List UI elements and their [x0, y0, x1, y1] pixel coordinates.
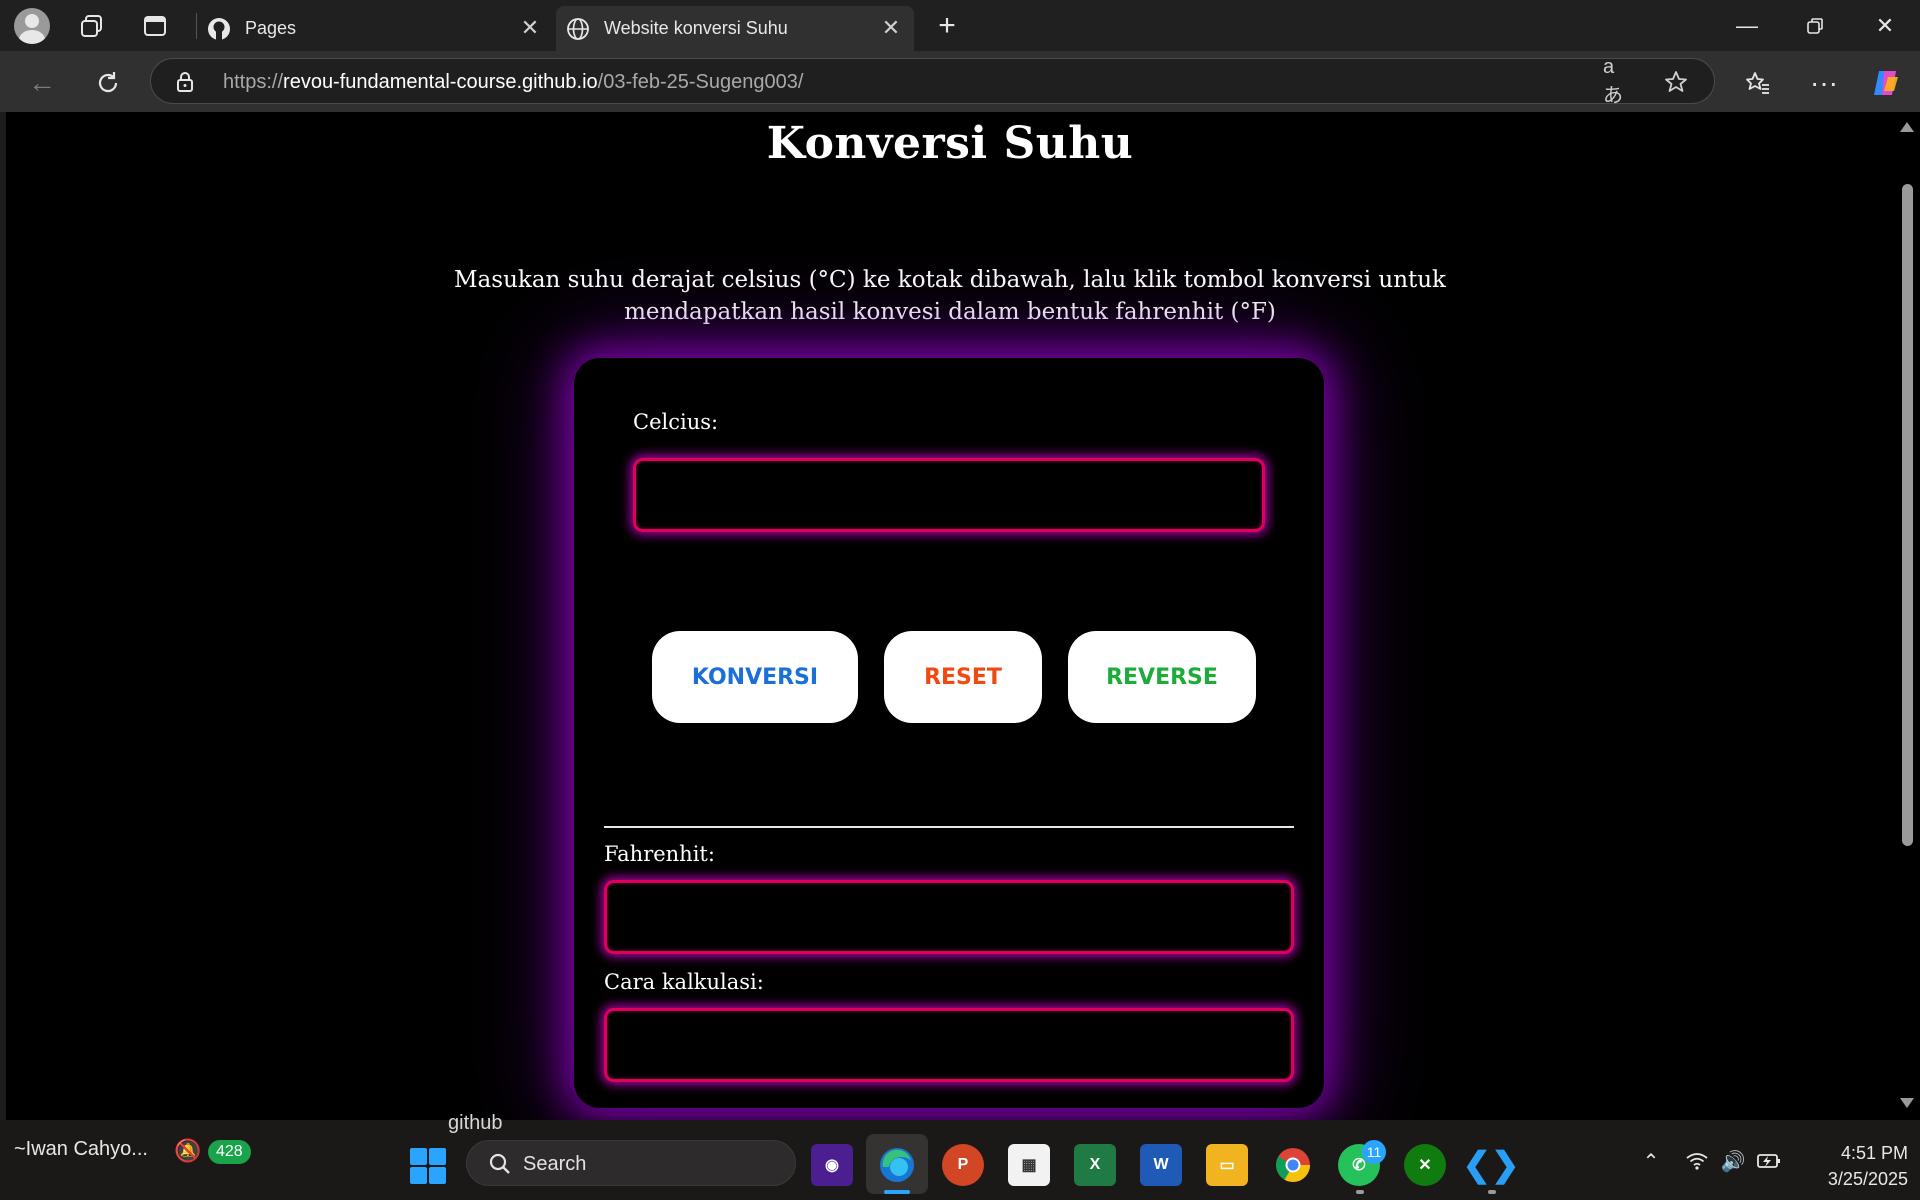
system-clock[interactable]: 4:51 PM 3/25/2025 — [1792, 1140, 1908, 1192]
whatsapp-badge: 11 — [1362, 1140, 1386, 1164]
cara-kalkulasi-output[interactable] — [604, 1008, 1294, 1082]
chevron-up-icon[interactable]: ⌃ — [1636, 1146, 1666, 1176]
fahrenhit-output[interactable] — [604, 880, 1294, 954]
read-aloud-translate-icon[interactable]: aあ — [1603, 56, 1633, 107]
reverse-button[interactable]: REVERSE — [1068, 631, 1256, 723]
search-icon — [487, 1151, 513, 1177]
converter-card: Celcius: KONVERSI RESET REVERSE Fahrenhi… — [574, 358, 1324, 1108]
notification-count-badge: 428 — [208, 1140, 251, 1164]
tab-website-konversi-suhu[interactable]: Website konversi Suhu ✕ — [556, 6, 914, 51]
file-explorer-icon[interactable]: ▭ — [1206, 1144, 1248, 1186]
close-window-icon[interactable]: ✕ — [1852, 0, 1918, 51]
volume-icon[interactable]: 🔊 — [1718, 1146, 1748, 1176]
cara-kalkulasi-label: Cara kalkulasi: — [604, 970, 764, 994]
celcius-label: Celcius: — [633, 410, 719, 434]
lock-icon[interactable] — [173, 70, 197, 94]
microsoft-store-icon[interactable]: ▦ — [1008, 1144, 1050, 1186]
favorite-star-icon[interactable] — [1661, 67, 1691, 97]
powerpoint-icon[interactable]: P — [942, 1144, 984, 1186]
taskbar-search[interactable]: Search — [466, 1140, 796, 1186]
edge-active-indicator — [884, 1190, 910, 1194]
scroll-down-arrow-icon[interactable] — [1900, 1098, 1914, 1108]
more-options-icon[interactable]: ··· — [1804, 63, 1844, 103]
overlapped-window-text: github — [448, 1112, 503, 1134]
page-viewport: Konversi Suhu Masukan suhu derajat celsi… — [6, 112, 1894, 1120]
new-tab-plus-icon[interactable]: + — [929, 8, 965, 44]
address-bar[interactable]: https://revou-fundamental-course.github.… — [150, 56, 1715, 107]
copilot-icon[interactable] — [1866, 63, 1906, 103]
vscode-icon[interactable]: ❮❯ — [1463, 1144, 1520, 1186]
close-tab-icon[interactable]: ✕ — [878, 15, 904, 41]
clock-time: 4:51 PM — [1840, 1143, 1908, 1163]
browser-tab-strip: Pages ✕ Website konversi Suhu ✕ + — ✕ — [0, 0, 1920, 51]
browser-toolbar: ← https://revou-fundamental-course.githu… — [0, 51, 1920, 112]
globe-icon — [566, 17, 590, 41]
refresh-icon[interactable] — [88, 63, 128, 103]
vscode-running-indicator — [1488, 1190, 1496, 1194]
konversi-button[interactable]: KONVERSI — [652, 631, 858, 723]
wifi-icon[interactable] — [1682, 1146, 1712, 1176]
scrollbar-thumb[interactable] — [1902, 184, 1913, 846]
muted-bell-icon[interactable]: 🔕 — [174, 1138, 201, 1164]
restore-icon[interactable] — [1782, 0, 1848, 51]
favorites-icon[interactable] — [1738, 63, 1778, 103]
profile-avatar[interactable] — [14, 8, 50, 44]
url-text: https://revou-fundamental-course.github.… — [223, 71, 804, 93]
divider — [604, 826, 1294, 828]
edge-browser-icon[interactable] — [876, 1144, 918, 1186]
tab-label: Website konversi Suhu — [604, 18, 788, 38]
close-tab-icon[interactable]: ✕ — [517, 15, 543, 41]
chrome-icon[interactable] — [1272, 1144, 1314, 1186]
back-arrow-icon[interactable]: ← — [22, 63, 62, 103]
excel-icon[interactable]: X — [1074, 1144, 1116, 1186]
tab-label: Pages — [245, 18, 297, 38]
screen: Pages ✕ Website konversi Suhu ✕ + — ✕ ← … — [0, 0, 1920, 1200]
fahrenhit-label: Fahrenhit: — [604, 842, 715, 866]
minimize-icon[interactable]: — — [1714, 0, 1780, 51]
vertical-scrollbar[interactable] — [1894, 112, 1920, 1120]
app-purple-icon[interactable]: ◉ — [811, 1144, 853, 1186]
celcius-input[interactable] — [633, 458, 1265, 532]
start-windows-icon[interactable] — [410, 1148, 446, 1184]
tab-divider — [196, 13, 197, 39]
page-description: Masukan suhu derajat celsius (°C) ke kot… — [454, 267, 1446, 325]
whatsapp-running-indicator — [1356, 1190, 1364, 1194]
scroll-up-arrow-icon[interactable] — [1900, 122, 1914, 132]
tab-actions-icon[interactable] — [137, 8, 173, 44]
tab-pages[interactable]: Pages ✕ — [205, 6, 553, 51]
page-title: Konversi Suhu — [766, 118, 1134, 169]
workspaces-icon[interactable] — [74, 8, 110, 44]
battery-charging-icon[interactable] — [1754, 1146, 1784, 1176]
reset-button[interactable]: RESET — [884, 631, 1042, 723]
search-placeholder: Search — [523, 1153, 587, 1175]
clock-date: 3/25/2025 — [1827, 1169, 1908, 1189]
github-icon — [207, 17, 231, 41]
word-icon[interactable]: W — [1140, 1144, 1182, 1186]
chat-user-name[interactable]: ~Iwan Cahyo... — [14, 1138, 148, 1161]
xbox-icon[interactable]: ✕ — [1404, 1144, 1446, 1186]
windows-taskbar: github ~Iwan Cahyo... 🔕 428 Search ◉ P ▦… — [0, 1112, 1920, 1200]
